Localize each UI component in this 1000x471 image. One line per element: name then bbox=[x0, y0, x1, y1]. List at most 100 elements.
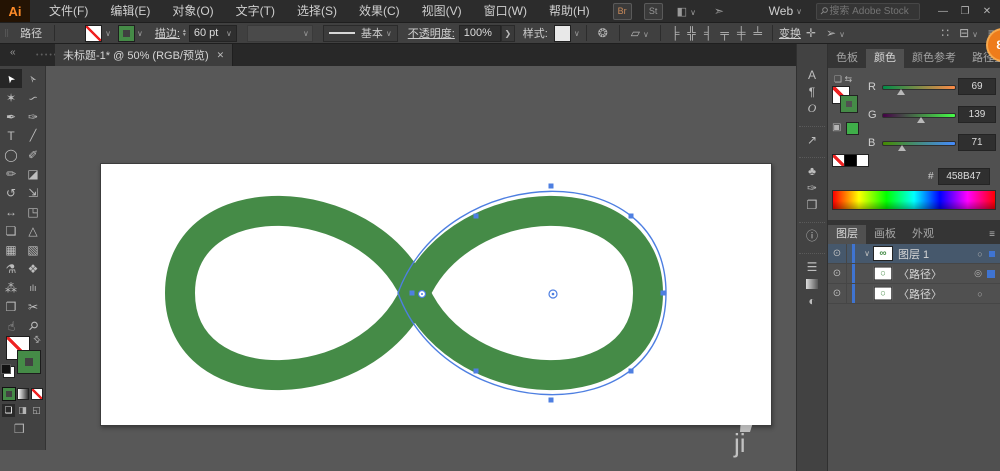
fill-color-swatch[interactable] bbox=[85, 24, 103, 42]
transform-link[interactable]: 变换 bbox=[779, 25, 801, 41]
panel-icon-stroke[interactable]: ☰ bbox=[799, 253, 825, 275]
layer-thumbnail[interactable]: ∞ bbox=[873, 246, 893, 261]
stroke-stepper[interactable]: ▲ ▼ bbox=[182, 29, 187, 38]
window-button-restore[interactable]: ❐ bbox=[954, 2, 976, 20]
tool-lasso[interactable]: ∽ bbox=[22, 88, 44, 107]
panel-icon-brushes[interactable]: ✑ bbox=[799, 179, 825, 196]
none-button[interactable] bbox=[31, 388, 43, 400]
search-input[interactable] bbox=[827, 4, 916, 18]
infinity-left-loop[interactable] bbox=[164, 195, 432, 391]
tab-color[interactable]: 颜色 bbox=[866, 49, 904, 68]
white-swatch[interactable] bbox=[856, 154, 869, 167]
panel-icon-gradient[interactable] bbox=[799, 275, 825, 292]
menu-item-view[interactable]: 视图(V) bbox=[411, 0, 473, 22]
out-of-gamut-icon[interactable]: ▣ bbox=[832, 122, 841, 133]
tab-layers[interactable]: 图层 bbox=[828, 225, 866, 244]
tool-magic-wand[interactable]: ✶ bbox=[0, 88, 22, 107]
menu-item-file[interactable]: 文件(F) bbox=[38, 0, 99, 22]
visibility-eye-icon[interactable]: ⊙ bbox=[828, 288, 846, 299]
layer-name[interactable]: 图层 1 bbox=[898, 246, 973, 262]
style-chevron-icon[interactable]: ∨ bbox=[574, 29, 580, 38]
target-circle-icon[interactable]: ○ bbox=[973, 289, 987, 299]
default-fill-stroke-icon[interactable] bbox=[1, 364, 15, 378]
align-vcenter[interactable]: ╪ bbox=[733, 26, 750, 40]
layer-row-3[interactable]: ⊙ ○ 〈路径〉 ○ bbox=[828, 284, 1000, 304]
g-thumb[interactable] bbox=[917, 117, 925, 123]
opacity-label[interactable]: 不透明度: bbox=[408, 25, 455, 41]
tool-rotate[interactable]: ↺ bbox=[0, 183, 22, 202]
menu-item-select[interactable]: 选择(S) bbox=[286, 0, 348, 22]
tool-eyedropper[interactable]: ⚗ bbox=[0, 259, 22, 278]
b-value-field[interactable]: 71 bbox=[958, 134, 996, 151]
color-stroke-swatch[interactable] bbox=[840, 95, 858, 113]
target-circle-icon[interactable]: ○ bbox=[973, 249, 987, 259]
panel-drag-handle[interactable]: ⣿ bbox=[4, 29, 10, 37]
gamut-color-swatch[interactable] bbox=[846, 122, 859, 135]
color-spectrum-bar[interactable] bbox=[832, 190, 996, 210]
tab-swatches[interactable]: 色板 bbox=[828, 49, 866, 68]
window-button-close[interactable]: ✕ bbox=[976, 2, 998, 20]
tool-scale[interactable]: ⇲ bbox=[22, 183, 44, 202]
tool-line[interactable]: ╱ bbox=[22, 126, 44, 145]
tool-graph[interactable]: ılı bbox=[22, 278, 44, 297]
infinity-right-loop[interactable] bbox=[398, 195, 664, 391]
recolor-artwork-icon[interactable]: ❂ bbox=[593, 26, 613, 40]
brush-dropdown[interactable]: 基本 ∨ bbox=[322, 24, 398, 42]
isolate-selection-icon[interactable]: ➢ ∨ bbox=[821, 26, 850, 40]
visibility-eye-icon[interactable]: ⊙ bbox=[828, 268, 846, 279]
stroke-label[interactable]: 描边: bbox=[155, 25, 180, 41]
style-swatch[interactable] bbox=[553, 24, 571, 42]
panel-icon-artboards[interactable]: ❐ bbox=[799, 196, 825, 213]
tool-perspective-grid[interactable]: △ bbox=[22, 221, 44, 240]
tab-close-icon[interactable]: ✕ bbox=[217, 50, 225, 61]
stock-button[interactable]: St bbox=[643, 2, 663, 20]
panel-icon-character[interactable]: A bbox=[799, 66, 825, 83]
dots-grid-icon[interactable]: ∷ bbox=[936, 26, 954, 40]
tab-appearance[interactable]: 外观 bbox=[904, 225, 942, 244]
arrange-documents-icon[interactable]: ◧ ∨ bbox=[677, 5, 696, 18]
opacity-expand-button[interactable]: ❯ bbox=[500, 24, 515, 42]
collapse-panel-icon[interactable]: « bbox=[10, 47, 16, 58]
panel-icon-opentype[interactable]: O bbox=[799, 100, 825, 117]
expand-chevron-icon[interactable]: ∨ bbox=[861, 249, 873, 258]
panel-icon-export[interactable]: ↗ bbox=[799, 126, 825, 148]
tool-zoom[interactable]: ⚲ bbox=[22, 316, 44, 335]
panel-icon-paragraph[interactable]: ¶ bbox=[799, 83, 825, 100]
workspace-panel-icon[interactable]: ⊟ ∨ bbox=[954, 26, 983, 40]
align-hcenter[interactable]: ╬ bbox=[683, 26, 700, 40]
tool-pen[interactable]: ✒ bbox=[0, 107, 22, 126]
r-thumb[interactable] bbox=[897, 89, 905, 95]
menu-item-window[interactable]: 窗口(W) bbox=[473, 0, 538, 22]
fill-chevron-icon[interactable]: ∨ bbox=[105, 29, 111, 38]
tool-shape-builder[interactable]: ❏ bbox=[0, 221, 22, 240]
width-profile-dropdown[interactable]: ∨ bbox=[246, 24, 313, 42]
color-button[interactable] bbox=[2, 387, 16, 401]
tool-type[interactable]: T bbox=[0, 126, 22, 145]
mode-draw-normal[interactable]: ❏ bbox=[2, 404, 15, 417]
menu-item-effect[interactable]: 效果(C) bbox=[348, 0, 411, 22]
tool-selection[interactable]: ➤ bbox=[0, 69, 22, 88]
tab-artboards[interactable]: 画板 bbox=[866, 225, 904, 244]
tool-eraser[interactable]: ◪ bbox=[22, 164, 44, 183]
tool-blend[interactable]: ❖ bbox=[22, 259, 44, 278]
color-mini-icons[interactable]: ❏ ⇆ bbox=[834, 74, 852, 85]
layers-panel-menu-icon[interactable]: ≡ bbox=[989, 229, 995, 240]
layer-row-2[interactable]: ⊙ ○ 〈路径〉 ◎ bbox=[828, 264, 1000, 284]
selection-square[interactable] bbox=[989, 250, 995, 257]
menu-item-type[interactable]: 文字(T) bbox=[225, 0, 286, 22]
stroke-chevron-icon[interactable]: ∨ bbox=[137, 29, 143, 38]
tool-hand[interactable]: ☜ bbox=[0, 316, 22, 335]
align-bottom[interactable]: ╧ bbox=[749, 26, 766, 40]
path-thumbnail[interactable]: ○ bbox=[873, 286, 893, 301]
tool-direct-selection[interactable]: ➢ bbox=[22, 69, 44, 88]
align-left[interactable]: ╞ bbox=[667, 26, 684, 40]
panel-icon-info[interactable]: ⓘ bbox=[799, 222, 825, 244]
tool-width[interactable]: ↔ bbox=[0, 202, 22, 221]
g-value-field[interactable]: 139 bbox=[958, 106, 996, 123]
tool-pencil[interactable]: ✏ bbox=[0, 164, 22, 183]
tool-free-transform[interactable]: ◳ bbox=[22, 202, 44, 221]
layer-name[interactable]: 〈路径〉 bbox=[898, 266, 971, 282]
bridge-button[interactable]: Br bbox=[612, 2, 632, 20]
align-right[interactable]: ╡ bbox=[700, 26, 717, 40]
tool-artboard[interactable]: ❐ bbox=[0, 297, 22, 316]
